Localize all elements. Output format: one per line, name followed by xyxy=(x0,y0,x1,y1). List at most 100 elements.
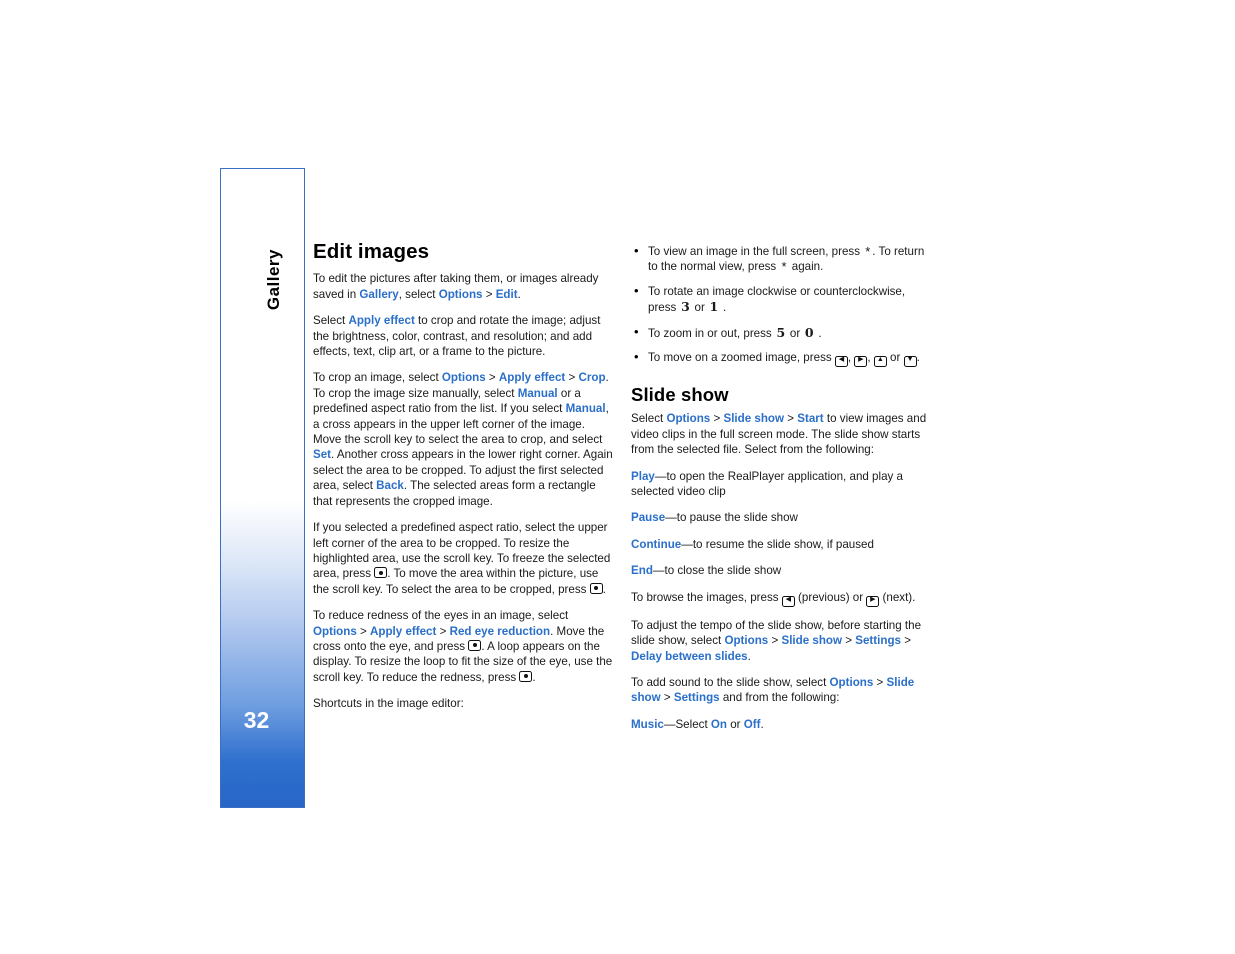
term-settings: Settings xyxy=(855,634,901,648)
term-end: End xyxy=(631,564,653,578)
term-crop: Crop xyxy=(578,371,606,385)
text-run: , xyxy=(867,351,874,365)
term-off: Off xyxy=(743,717,761,731)
text-run: . xyxy=(532,670,536,684)
paragraph-shortcuts-lead: Shortcuts in the image editor: xyxy=(313,697,464,711)
text-run: To reduce redness of the eyes in an imag… xyxy=(313,609,569,623)
text-run: > xyxy=(485,371,499,385)
text-run: > xyxy=(356,624,371,638)
term-apply-effect: Apply effect xyxy=(348,314,415,328)
term-red-eye-reduction: Red eye reduction xyxy=(449,624,551,638)
section-title-slide-show: Slide show xyxy=(631,384,729,406)
text-run: Select xyxy=(313,314,349,328)
scroll-key-icon xyxy=(589,582,603,594)
page-title: Edit images xyxy=(313,240,430,263)
term-start: Start xyxy=(797,412,824,426)
term-back: Back xyxy=(376,479,404,493)
term-settings: Settings xyxy=(673,691,720,705)
star-key-icon: * xyxy=(781,259,787,275)
text-run: —to open the RealPlayer application, and… xyxy=(631,469,903,499)
definition-music: Music—Select On or Off. xyxy=(631,717,931,732)
chapter-label: Gallery xyxy=(221,169,304,429)
term-options: Options xyxy=(313,624,357,638)
text-run: . xyxy=(602,582,606,596)
text-run: , select xyxy=(398,287,439,301)
term-music: Music xyxy=(631,717,664,731)
term-options: Options xyxy=(438,287,483,301)
nav-key-right-icon: ▶ xyxy=(854,356,868,368)
scroll-key-icon xyxy=(374,567,388,579)
text-run: or xyxy=(786,326,804,340)
text-run: . xyxy=(517,287,521,301)
right-text-column: To view an image in the full screen, pre… xyxy=(631,243,931,743)
list-item: To zoom in or out, press 5 or 0 . xyxy=(631,324,931,341)
text-run: To crop an image, select xyxy=(313,371,442,385)
key-0-icon: 0 xyxy=(804,324,814,340)
text-run: —to pause the slide show xyxy=(665,511,798,525)
text-run: > xyxy=(768,634,782,648)
term-options: Options xyxy=(666,412,711,426)
chapter-sidebar: Gallery 32 xyxy=(220,168,305,808)
text-run: . xyxy=(760,717,764,731)
paragraph-slide-show-intro: Select Options > Slide show > Start to v… xyxy=(631,411,931,457)
term-delay-between-slides: Delay between slides xyxy=(631,649,748,663)
paragraph-edit-intro: To edit the pictures after taking them, … xyxy=(313,271,615,302)
text-run: > xyxy=(565,371,579,385)
text-run: or xyxy=(886,351,904,365)
term-set: Set xyxy=(313,448,332,462)
text-run: . xyxy=(719,301,727,315)
text-run: To view an image in the full screen, pre… xyxy=(648,245,864,258)
nav-key-right-icon: ▶ xyxy=(866,595,880,607)
definition-end: End—to close the slide show xyxy=(631,563,931,578)
key-1-icon: 1 xyxy=(709,299,719,315)
text-run: or xyxy=(727,717,744,731)
term-slide-show: Slide show xyxy=(723,412,785,426)
text-run: (previous) or xyxy=(794,590,867,604)
text-run: > xyxy=(873,675,887,689)
text-run: . xyxy=(916,351,920,365)
list-item: To view an image in the full screen, pre… xyxy=(631,243,931,275)
term-slide-show: Slide show xyxy=(781,634,843,648)
text-run: > xyxy=(784,412,798,426)
text-run: again. xyxy=(788,260,824,274)
text-run: > xyxy=(710,412,724,426)
key-5-icon: 5 xyxy=(776,324,786,340)
text-run: . xyxy=(747,649,751,663)
term-options: Options xyxy=(441,371,486,385)
text-run: . xyxy=(815,326,822,340)
term-options: Options xyxy=(829,675,874,689)
text-run: > xyxy=(842,634,856,648)
nav-key-down-icon: ▼ xyxy=(903,356,917,368)
text-run: and from the following: xyxy=(719,691,840,705)
definition-pause: Pause—to pause the slide show xyxy=(631,510,931,525)
page-number: 32 xyxy=(243,707,270,733)
text-run: (next). xyxy=(879,590,916,604)
paragraph-red-eye: To reduce redness of the eyes in an imag… xyxy=(313,608,615,685)
star-key-icon: * xyxy=(865,244,871,259)
definition-play: Play—to open the RealPlayer application,… xyxy=(631,469,931,500)
text-run: —Select xyxy=(663,717,711,731)
definition-continue: Continue—to resume the slide show, if pa… xyxy=(631,537,931,552)
nav-key-up-icon: ▲ xyxy=(873,356,887,368)
list-item: To rotate an image clockwise or counterc… xyxy=(631,283,931,316)
term-edit: Edit xyxy=(495,287,518,301)
list-item: To move on a zoomed image, press ◀, ▶, ▲… xyxy=(631,349,931,368)
text-run: or xyxy=(691,301,709,315)
text-run: —to close the slide show xyxy=(652,564,782,578)
text-run: > xyxy=(901,634,911,648)
text-run: > xyxy=(660,691,674,705)
text-run: To zoom in or out, press xyxy=(648,326,775,340)
text-run: To browse the images, press xyxy=(631,590,782,604)
term-pause: Pause xyxy=(631,511,666,525)
term-continue: Continue xyxy=(631,537,682,551)
text-run: > xyxy=(436,624,450,638)
term-play: Play xyxy=(631,469,655,483)
text-run: To move on a zoomed image, press xyxy=(648,351,835,365)
shortcuts-list: To view an image in the full screen, pre… xyxy=(631,243,931,368)
term-on: On xyxy=(710,717,728,731)
paragraph-tempo: To adjust the tempo of the slide show, b… xyxy=(631,618,931,664)
term-options: Options xyxy=(724,634,769,648)
text-run: —to resume the slide show, if paused xyxy=(681,537,874,551)
text-run: Select xyxy=(631,412,667,426)
paragraph-browse-images: To browse the images, press ◀ (previous)… xyxy=(631,590,931,607)
